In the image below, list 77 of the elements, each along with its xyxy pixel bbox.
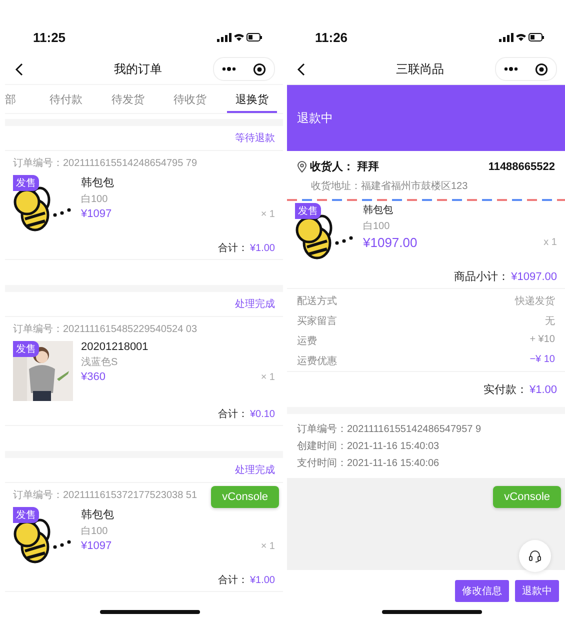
total-amount: ¥0.10 [250, 408, 275, 420]
tab[interactable]: 部 [5, 85, 35, 113]
total-label: 合计： [218, 242, 248, 255]
order-info-line: 创建时间：2021-11-16 15:40:03 [297, 440, 440, 453]
product-price: ¥360 [81, 371, 106, 383]
sale-tag: 发售 [13, 507, 39, 523]
capsule-menu[interactable] [213, 57, 275, 81]
order-number: 订单编号：2021111615485229540524 03 [12, 322, 198, 337]
total-amount: ¥1.00 [250, 242, 275, 254]
order-info-line: 订单编号：20211116155142486547957 9 [297, 422, 482, 436]
product-name: 韩包包 [81, 508, 115, 522]
tab[interactable]: 待收货 [165, 85, 215, 113]
detail-value: 无 [545, 315, 555, 328]
sale-tag: 发售 [295, 203, 321, 219]
product-name: 韩包包 [363, 204, 394, 217]
detail-label: 运费 [297, 334, 317, 348]
detail-value: 快递发货 [515, 294, 555, 308]
more-icon[interactable] [222, 67, 236, 71]
tab[interactable]: 待发货 [103, 85, 153, 113]
paid-amount: ¥1.00 [529, 384, 557, 396]
back-icon[interactable] [297, 62, 305, 76]
quantity: x 1 [544, 237, 557, 248]
quantity: × 1 [260, 540, 275, 552]
target-icon[interactable] [534, 62, 548, 76]
more-icon[interactable] [504, 67, 518, 71]
tab[interactable]: 退换货 [227, 85, 277, 113]
order-number: 订单编号：2021111615514248654795 79 [12, 156, 198, 171]
total-amount: ¥1.00 [250, 574, 275, 586]
detail-value: + ¥10 [530, 334, 555, 347]
order-status: 处理完成 [235, 464, 275, 477]
quantity: × 1 [260, 372, 275, 382]
order-status: 等待退款 [235, 132, 275, 145]
product-spec: 白100 [81, 193, 109, 206]
page-title: 我的订单 [113, 60, 163, 78]
quantity: × 1 [260, 208, 275, 220]
headset-icon [528, 549, 542, 563]
status-icons [499, 32, 545, 42]
product-price: ¥1097 [81, 540, 112, 552]
banner-text: 退款中 [297, 110, 333, 126]
capsule-menu[interactable] [495, 57, 557, 81]
order-status: 处理完成 [235, 298, 275, 311]
target-icon[interactable] [252, 62, 266, 76]
tab[interactable]: 待付款 [41, 85, 91, 113]
phone-number: 11488665522 [488, 160, 555, 172]
subtotal-amount: ¥1097.00 [511, 270, 557, 282]
status-time: 11:26 [315, 30, 348, 44]
total-label: 合计： [218, 408, 248, 421]
page-title: 三联尚品 [395, 60, 445, 78]
recipient-label: 收货人： [310, 160, 354, 174]
detail-label: 配送方式 [297, 294, 337, 308]
vconsole-button[interactable]: vConsole [211, 486, 279, 508]
status-icons [217, 32, 263, 42]
product-spec: 白100 [363, 220, 391, 233]
paid-label: 实付款： [483, 382, 528, 397]
product-price: ¥1097.00 [363, 235, 418, 250]
shipping-address: 收货地址：福建省福州市鼓楼区123 [310, 180, 469, 193]
total-label: 合计： [218, 574, 248, 587]
order-number: 订单编号：2021111615372177523038 51 [12, 488, 198, 503]
product-spec: 白100 [81, 525, 109, 538]
order-info-line: 支付时间：2021-11-16 15:40:06 [297, 456, 440, 470]
recipient-name: 拜拜 [357, 160, 379, 174]
detail-value: −¥ 10 [530, 354, 555, 367]
status-time: 11:25 [33, 30, 66, 44]
sale-tag: 发售 [13, 341, 39, 357]
product-spec: 浅蓝色S [81, 356, 119, 369]
action-button[interactable]: 退款中 [515, 580, 559, 602]
detail-label: 买家留言 [297, 314, 337, 328]
detail-label: 运费优惠 [297, 354, 337, 368]
product-name: 韩包包 [81, 176, 115, 190]
back-icon[interactable] [15, 62, 23, 76]
product-name: 20201218001 [81, 341, 150, 353]
subtotal-label: 商品小计： [454, 270, 510, 284]
product-price: ¥1097 [81, 208, 112, 220]
location-pin-icon [297, 160, 307, 172]
vconsole-button[interactable]: vConsole [493, 486, 561, 508]
sale-tag: 发售 [13, 175, 39, 191]
action-button[interactable]: 修改信息 [455, 580, 509, 602]
